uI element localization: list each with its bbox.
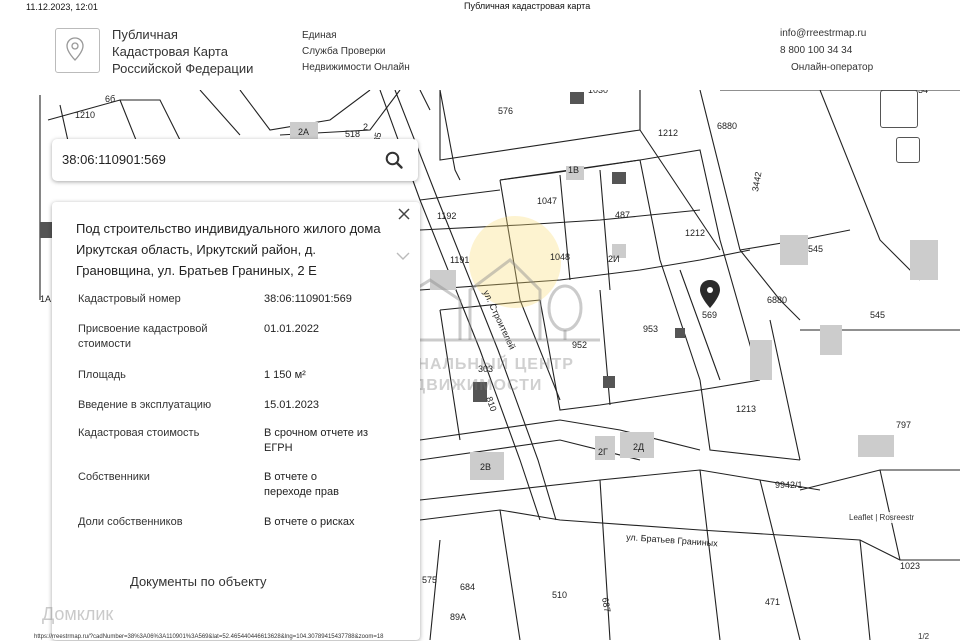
area-value: 1 150 м² — [264, 369, 306, 381]
print-url: https://rreestrmap.ru/?cadNumber=38%3A06… — [34, 634, 384, 640]
print-datetime: 11.12.2023, 12:01 — [26, 2, 98, 12]
map-label: 953 — [643, 324, 658, 334]
service-line: Недвижимости Онлайн — [302, 62, 410, 73]
map-building — [40, 222, 52, 238]
map-label: 569 — [702, 310, 717, 320]
map-building — [750, 340, 772, 380]
map-label: 518 — [345, 129, 360, 139]
chevron-down-icon[interactable] — [396, 252, 410, 260]
valuation-date-value: 01.01.2022 — [264, 323, 320, 335]
map-label: 2А — [298, 127, 309, 137]
owners-link[interactable]: В отчете о переходе прав — [264, 470, 364, 500]
map-building — [780, 235, 808, 265]
map-label: 89А — [450, 612, 466, 622]
map-label: 687 — [600, 597, 612, 614]
map-building — [603, 376, 615, 388]
map-label: 510 — [552, 590, 567, 600]
map-label: 487 — [615, 210, 630, 220]
map-label: 684 — [460, 582, 475, 592]
map-label: 1048 — [550, 252, 570, 262]
row-label: Кадастровый номер — [78, 293, 181, 305]
logo-pin-icon — [66, 37, 84, 61]
map-building — [820, 325, 842, 355]
map-label: 9942/1 — [775, 480, 803, 490]
service-line: Служба Проверки — [302, 46, 386, 57]
brand-line: Кадастровая Карта — [112, 44, 228, 59]
map-building — [612, 172, 626, 184]
brand-line: Публичная — [112, 27, 178, 42]
map-label: 1213 — [736, 404, 756, 414]
map-label: 471 — [765, 597, 780, 607]
search-icon[interactable] — [384, 150, 404, 170]
location-pin-icon[interactable] — [700, 280, 720, 308]
map-label: 1023 — [900, 561, 920, 571]
map-label: 2Г — [598, 447, 608, 457]
owner-shares-link[interactable]: В отчете о рисках — [264, 515, 404, 530]
cadastral-value-link[interactable]: В срочном отчете из ЕГРН — [264, 426, 374, 456]
brand-line: Российской Федерации — [112, 61, 254, 76]
map-label: 34 — [918, 90, 928, 95]
contact-block: info@rreestrmap.ru 8 800 100 34 34 Онлай… — [780, 25, 873, 76]
map-label: 545 — [870, 310, 885, 320]
map-label: 6880 — [767, 295, 787, 305]
map-label: 6б — [105, 94, 115, 104]
parcel-info-panel: Под строительство индивидуального жилого… — [52, 202, 420, 640]
map-label: 3442 — [750, 171, 763, 192]
map-label: 2Д — [633, 442, 644, 452]
map-label: 1192 — [437, 211, 456, 221]
print-page-title: Публичная кадастровая карта — [464, 1, 591, 11]
location-pin-center — [707, 287, 713, 293]
map-label: 1А — [40, 294, 51, 304]
row-label: Присвоение кадастровой стоимости — [78, 323, 208, 350]
service-line: Единая — [302, 30, 337, 41]
brand-name[interactable]: Публичная Кадастровая Карта Российской Ф… — [112, 26, 253, 77]
map-attribution[interactable]: Leaflet | Rosreestr — [846, 512, 918, 523]
row-label: Доли собственников — [78, 516, 183, 528]
row-label: Кадастровая стоимость — [78, 427, 200, 439]
search-input[interactable]: 38:06:110901:569 — [62, 152, 166, 167]
parcel-title: Под строительство индивидуального жилого… — [76, 221, 381, 278]
map-building — [570, 92, 584, 104]
row-label: Площадь — [78, 369, 126, 381]
map-control-button[interactable] — [880, 90, 918, 128]
commissioning-date-value: 15.01.2023 — [264, 399, 320, 411]
map-control-button[interactable] — [896, 137, 920, 163]
map-label: 545 — [808, 244, 823, 254]
contact-email[interactable]: info@rreestrmap.ru — [780, 25, 873, 42]
map-label: 6880 — [717, 121, 737, 131]
domclick-watermark: Домклик — [42, 604, 114, 624]
map-label: 1030 — [588, 90, 608, 95]
map-label: 1047 — [537, 196, 557, 206]
service-name: Единая Служба Проверки Недвижимости Онла… — [302, 28, 410, 76]
online-operator-link[interactable]: Онлайн-оператор — [780, 59, 873, 76]
map-label: 1210 — [75, 110, 95, 120]
map-label: 575 — [422, 575, 437, 585]
cadastral-number-value: 38:06:110901:569 — [264, 293, 352, 305]
map-label: 2В — [480, 462, 491, 472]
map-label: 2И — [608, 254, 619, 264]
contact-phone[interactable]: 8 800 100 34 34 — [780, 42, 873, 59]
street-label: ул. Братьев Граниных — [626, 532, 719, 548]
map-label: 1В — [568, 165, 579, 175]
row-label: Собственники — [78, 471, 150, 483]
map-label: 810 — [484, 395, 499, 413]
cadastral-search-bar[interactable]: 38:06:110901:569 — [52, 139, 418, 181]
map-building — [675, 328, 685, 338]
documents-button[interactable]: Документы по объекту — [130, 574, 267, 589]
row-label: Введение в эксплуатацию — [78, 399, 212, 411]
map-label: 576 — [498, 106, 513, 116]
map-label: 1212 — [658, 128, 678, 138]
map-label: 2 — [363, 122, 368, 132]
close-icon[interactable] — [396, 206, 412, 222]
map-building — [858, 435, 894, 457]
map-label: 1191 — [450, 255, 469, 265]
map-building — [910, 240, 938, 280]
map-label: 797 — [896, 420, 911, 430]
map-label: 1212 — [685, 228, 705, 238]
